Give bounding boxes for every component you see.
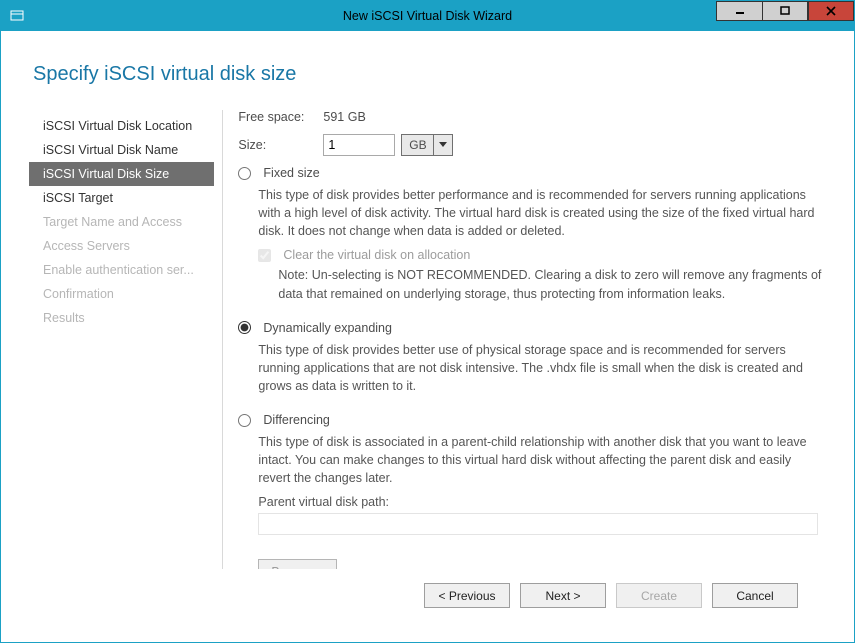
diff-desc: This type of disk is associated in a par… xyxy=(258,433,822,487)
clear-checkbox[interactable] xyxy=(258,249,271,262)
radio-fixed-label: Fixed size xyxy=(263,166,319,180)
option-diff-head[interactable]: Differencing xyxy=(238,413,822,427)
wizard-step[interactable]: iSCSI Virtual Disk Name xyxy=(29,138,214,162)
parent-path-input[interactable] xyxy=(258,513,818,535)
option-fixed: Fixed size This type of disk provides be… xyxy=(238,166,822,303)
radio-diff-label: Differencing xyxy=(263,413,329,427)
size-unit-value: GB xyxy=(402,135,434,155)
browse-button[interactable]: Browse... xyxy=(258,559,336,569)
body-row: iSCSI Virtual Disk LocationiSCSI Virtual… xyxy=(29,110,826,569)
radio-dynamic[interactable] xyxy=(238,321,251,334)
client-area: Specify iSCSI virtual disk size iSCSI Vi… xyxy=(1,31,854,642)
radio-fixed[interactable] xyxy=(238,167,251,180)
option-fixed-head[interactable]: Fixed size xyxy=(238,166,822,180)
wizard-step[interactable]: iSCSI Virtual Disk Size xyxy=(29,162,214,186)
close-button[interactable] xyxy=(808,1,854,21)
dynamic-desc: This type of disk provides better use of… xyxy=(258,341,822,395)
footer-buttons: < Previous Next > Create Cancel xyxy=(29,569,826,626)
free-space-label: Free space: xyxy=(238,110,323,124)
chevron-down-icon xyxy=(434,135,452,155)
clear-checkbox-label: Clear the virtual disk on allocation xyxy=(283,248,470,262)
title-bar: New iSCSI Virtual Disk Wizard xyxy=(1,1,854,31)
minimize-button[interactable] xyxy=(716,1,762,21)
size-input[interactable] xyxy=(323,134,395,156)
wizard-step[interactable]: iSCSI Virtual Disk Location xyxy=(29,114,214,138)
size-unit-combo[interactable]: GB xyxy=(401,134,453,156)
radio-dynamic-label: Dynamically expanding xyxy=(263,321,392,335)
app-icon xyxy=(9,8,25,24)
wizard-step[interactable]: iSCSI Target xyxy=(29,186,214,210)
wizard-step: Enable authentication ser... xyxy=(29,258,214,282)
clear-sub: Clear the virtual disk on allocation xyxy=(258,248,822,262)
previous-button[interactable]: < Previous xyxy=(424,583,510,608)
clear-checkbox-row[interactable]: Clear the virtual disk on allocation xyxy=(258,248,822,262)
window-buttons xyxy=(716,1,854,31)
size-row: Size: GB xyxy=(238,134,822,156)
radio-diff[interactable] xyxy=(238,414,251,427)
next-button[interactable]: Next > xyxy=(520,583,606,608)
page-title: Specify iSCSI virtual disk size xyxy=(33,63,826,86)
wizard-step: Target Name and Access xyxy=(29,210,214,234)
option-diff: Differencing This type of disk is associ… xyxy=(238,413,822,569)
option-dynamic-head[interactable]: Dynamically expanding xyxy=(238,321,822,335)
free-space-value: 591 GB xyxy=(323,110,365,124)
size-label: Size: xyxy=(238,138,323,152)
create-button[interactable]: Create xyxy=(616,583,702,608)
clear-note: Note: Un-selecting is NOT RECOMMENDED. C… xyxy=(278,266,822,302)
wizard-window: New iSCSI Virtual Disk Wizard Specify iS… xyxy=(0,0,855,643)
form-area: Free space: 591 GB Size: GB xyxy=(238,110,826,569)
parent-path-label: Parent virtual disk path: xyxy=(258,495,822,509)
wizard-step: Results xyxy=(29,306,214,330)
option-dynamic: Dynamically expanding This type of disk … xyxy=(238,321,822,395)
wizard-step: Confirmation xyxy=(29,282,214,306)
cancel-button[interactable]: Cancel xyxy=(712,583,798,608)
wizard-step: Access Servers xyxy=(29,234,214,258)
fixed-desc: This type of disk provides better perfor… xyxy=(258,186,822,240)
free-space-row: Free space: 591 GB xyxy=(238,110,822,124)
maximize-button[interactable] xyxy=(762,1,808,21)
wizard-steps: iSCSI Virtual Disk LocationiSCSI Virtual… xyxy=(29,110,214,569)
